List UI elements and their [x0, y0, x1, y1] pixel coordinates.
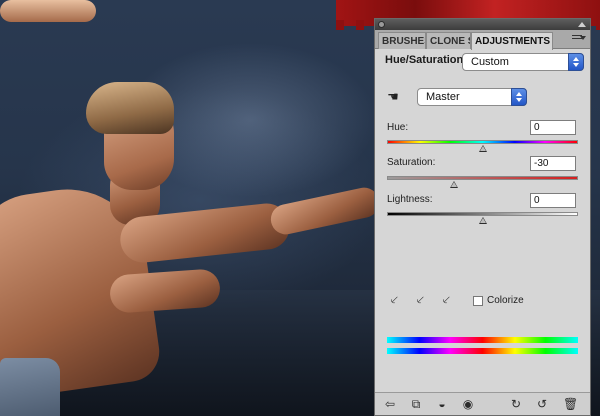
adjustments-panel: BRUSHES CLONE S ADJUSTMENTS Hue/Saturati…: [374, 18, 591, 416]
collapse-icon[interactable]: [578, 22, 586, 27]
lightness-input[interactable]: 0: [530, 193, 576, 208]
eyedropper-icon[interactable]: ⸔: [387, 292, 401, 308]
hue-input[interactable]: 0: [530, 120, 576, 135]
adjustment-title: Hue/Saturation: [385, 54, 464, 66]
back-arrow-icon[interactable]: ⇦: [383, 397, 397, 411]
bottom-toolbar: ⇦ ⧉ ◒ ◉ ↻ ↺ 🗑: [375, 392, 590, 415]
saturation-slider-thumb[interactable]: [449, 181, 458, 188]
lightness-slider-thumb[interactable]: [478, 217, 487, 224]
tab-adjustments[interactable]: ADJUSTMENTS: [471, 32, 553, 50]
preset-value: Custom: [471, 56, 509, 68]
trash-icon[interactable]: 🗑: [563, 397, 578, 411]
panel-titlebar[interactable]: [375, 19, 590, 30]
saturation-slider-track[interactable]: [387, 176, 578, 180]
panel-tabs: BRUSHES CLONE S ADJUSTMENTS: [375, 30, 590, 50]
result-color-bar: [387, 348, 578, 354]
eye-icon[interactable]: ◉: [461, 397, 475, 411]
figure-forearm: [268, 184, 382, 238]
hue-label: Hue:: [387, 122, 409, 133]
chevron-updown-icon: [568, 53, 584, 71]
colorize-label: Colorize: [487, 295, 524, 306]
channel-select[interactable]: Master: [417, 88, 527, 106]
lightness-label: Lightness:: [387, 194, 433, 205]
lightness-slider-track[interactable]: [387, 212, 578, 216]
chevron-updown-icon: [511, 88, 527, 106]
figure-lower-arm: [108, 268, 222, 314]
clip-layer-icon[interactable]: ◒: [435, 397, 449, 411]
hue-slider-track[interactable]: [387, 140, 578, 144]
channel-value: Master: [426, 91, 460, 103]
eyedropper-minus-icon[interactable]: ⸔: [439, 292, 453, 308]
saturation-input[interactable]: -30: [530, 156, 576, 171]
tab-brushes[interactable]: BRUSHES: [378, 32, 426, 49]
figure-hand: [0, 0, 96, 22]
saturation-label: Saturation:: [387, 157, 436, 168]
reset-icon[interactable]: ↺: [535, 397, 549, 411]
panel-menu-icon[interactable]: [572, 35, 586, 43]
colorize-checkbox[interactable]: [473, 296, 483, 306]
hue-slider-thumb[interactable]: [478, 145, 487, 152]
tab-clone-source[interactable]: CLONE S: [426, 32, 471, 49]
eyedropper-plus-icon[interactable]: ⸔: [413, 292, 427, 308]
source-color-bar: [387, 337, 578, 343]
hand-adjust-icon[interactable]: ☚: [385, 89, 401, 105]
figure-jeans: [0, 358, 60, 416]
view-previous-icon[interactable]: ↻: [509, 397, 523, 411]
expand-view-icon[interactable]: ⧉: [409, 397, 423, 411]
figure-hair: [86, 82, 174, 134]
close-icon[interactable]: [378, 21, 385, 28]
preset-select[interactable]: Custom: [462, 53, 584, 71]
